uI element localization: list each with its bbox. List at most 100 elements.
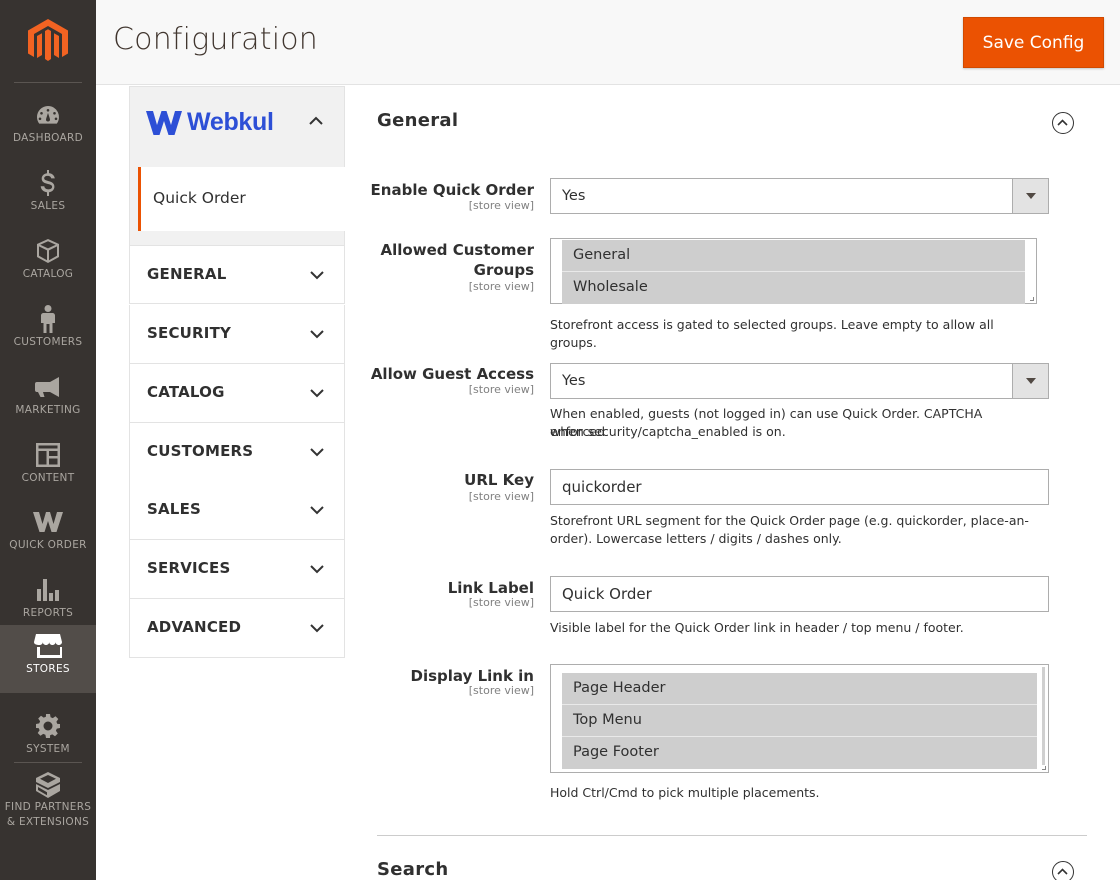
field-label: URL Key bbox=[464, 471, 534, 489]
nav-item-find-partners[interactable]: FIND PARTNERS & EXTENSIONS bbox=[0, 770, 96, 840]
nav-label: DASHBOARD bbox=[12, 132, 83, 144]
magento-logo[interactable] bbox=[0, 0, 96, 82]
nav-item-customers[interactable]: CUSTOMERS bbox=[0, 298, 96, 366]
nav-label: QUICK ORDER bbox=[9, 539, 87, 551]
collapse-search-button[interactable] bbox=[1052, 861, 1074, 880]
chevron-down-icon bbox=[310, 330, 324, 339]
multiselect-option[interactable]: General bbox=[562, 240, 1025, 272]
tab-section-label: SALES bbox=[147, 500, 202, 518]
field-note: Visible label for the Quick Order link i… bbox=[550, 620, 964, 635]
tab-section-sales[interactable]: SALES bbox=[129, 481, 345, 540]
page-title: Configuration bbox=[113, 22, 319, 57]
nav-label: CUSTOMERS bbox=[13, 336, 83, 348]
tab-section-security[interactable]: SECURITY bbox=[129, 305, 345, 364]
multiselect-option[interactable]: Wholesale bbox=[562, 272, 1025, 304]
group-title-general[interactable]: General bbox=[377, 110, 458, 131]
nav-label: CONTENT bbox=[21, 472, 75, 484]
tab-group-webkul[interactable]: Webkul bbox=[129, 86, 345, 158]
tab-section-general[interactable]: GENERAL bbox=[129, 245, 345, 304]
tab-section-label: ADVANCED bbox=[147, 618, 242, 636]
dropdown-arrow-icon bbox=[1012, 364, 1048, 398]
chevron-down-icon bbox=[310, 448, 324, 457]
customer-groups-multiselect[interactable]: General Wholesale bbox=[550, 238, 1037, 304]
nav-item-stores[interactable]: STORES bbox=[0, 625, 96, 693]
tab-section-customers[interactable]: CUSTOMERS bbox=[129, 423, 345, 482]
group-title-search[interactable]: Search bbox=[377, 859, 448, 880]
field-note: Hold Ctrl/Cmd to pick multiple placement… bbox=[550, 785, 820, 800]
dropdown-arrow-icon bbox=[1012, 179, 1048, 213]
multiselect-option[interactable]: Page Header bbox=[562, 673, 1037, 705]
chevron-down-icon bbox=[310, 506, 324, 515]
gear-icon bbox=[0, 713, 96, 739]
field-note: order). Lowercase letters / digits / das… bbox=[550, 531, 842, 546]
chevron-down-icon bbox=[310, 565, 324, 574]
nav-label: FIND PARTNERS bbox=[4, 801, 92, 813]
nav-label: MARKETING bbox=[15, 404, 81, 416]
nav-item-catalog[interactable]: CATALOG bbox=[0, 230, 96, 298]
chevron-up-icon[interactable] bbox=[306, 111, 326, 131]
resize-grip-icon[interactable] bbox=[1030, 297, 1034, 301]
tab-section-label: CUSTOMERS bbox=[147, 442, 254, 460]
multiselect-option[interactable]: Top Menu bbox=[562, 705, 1037, 737]
nav-label: STORES bbox=[26, 663, 70, 675]
field-note: Storefront URL segment for the Quick Ord… bbox=[550, 513, 1029, 528]
link-label-input[interactable] bbox=[550, 576, 1049, 612]
nav-label: SALES bbox=[30, 200, 66, 212]
allow-guest-access-select[interactable]: Yes bbox=[550, 363, 1049, 399]
nav-item-sales[interactable]: SALES bbox=[0, 162, 96, 230]
brand-name: Webkul bbox=[187, 108, 274, 136]
nav-label: CATALOG bbox=[22, 268, 74, 280]
tab-group-items: Quick Order bbox=[129, 158, 346, 246]
chevron-down-icon bbox=[310, 624, 324, 633]
tab-section-catalog[interactable]: CATALOG bbox=[129, 364, 345, 423]
layout-icon bbox=[0, 442, 96, 468]
chevron-down-icon bbox=[310, 271, 324, 280]
field-label: Groups bbox=[473, 261, 534, 279]
field-label: Link Label bbox=[447, 579, 534, 597]
chevron-down-icon bbox=[310, 389, 324, 398]
tab-section-label: GENERAL bbox=[147, 265, 227, 283]
field-scope: [store view] bbox=[468, 383, 534, 396]
nav-label: & EXTENSIONS bbox=[6, 816, 90, 828]
tab-section-services[interactable]: SERVICES bbox=[129, 540, 345, 599]
field-note: when security/captcha_enabled is on. bbox=[550, 424, 786, 439]
field-scope: [store view] bbox=[468, 596, 534, 609]
tab-item-label: Quick Order bbox=[153, 189, 246, 207]
enable-quick-order-select[interactable]: Yes bbox=[550, 178, 1049, 214]
webkul-w-icon bbox=[146, 110, 182, 135]
store-icon bbox=[0, 633, 96, 659]
nav-label: SYSTEM bbox=[26, 743, 70, 755]
save-config-button[interactable]: Save Config bbox=[963, 17, 1104, 68]
url-key-input[interactable] bbox=[550, 469, 1049, 505]
webkul-w-icon bbox=[0, 509, 96, 535]
cube-icon bbox=[0, 772, 96, 798]
megaphone-icon bbox=[0, 374, 96, 400]
tab-item-quick-order[interactable]: Quick Order bbox=[138, 167, 346, 231]
field-scope: [store view] bbox=[468, 490, 534, 503]
dashboard-icon bbox=[0, 102, 96, 128]
multiselect-scrollbar[interactable] bbox=[1042, 667, 1045, 765]
nav-item-quick-order[interactable]: QUICK ORDER bbox=[0, 501, 96, 569]
group-divider bbox=[377, 835, 1087, 836]
nav-item-dashboard[interactable]: DASHBOARD bbox=[0, 94, 96, 162]
resize-grip-icon[interactable] bbox=[1042, 766, 1046, 770]
nav-label: REPORTS bbox=[22, 607, 74, 619]
tab-section-label: SECURITY bbox=[147, 324, 232, 342]
select-value: Yes bbox=[562, 188, 586, 204]
magento-logo-icon bbox=[28, 19, 68, 61]
nav-item-content[interactable]: CONTENT bbox=[0, 434, 96, 502]
tab-section-advanced[interactable]: ADVANCED bbox=[129, 599, 345, 658]
field-note: Storefront access is gated to selected g… bbox=[550, 317, 994, 350]
admin-nav: DASHBOARD SALES CATALOG CUSTOMERS MARKET… bbox=[0, 0, 96, 880]
multiselect-option[interactable]: Page Footer bbox=[562, 737, 1037, 769]
box-icon bbox=[0, 238, 96, 264]
bar-chart-icon bbox=[0, 577, 96, 603]
tab-section-label: SERVICES bbox=[147, 559, 231, 577]
display-link-multiselect[interactable]: Page Header Top Menu Page Footer bbox=[550, 664, 1049, 773]
chevron-up-icon bbox=[1057, 119, 1068, 126]
field-label: Display Link in bbox=[410, 667, 534, 685]
chevron-up-icon bbox=[1057, 868, 1068, 875]
field-label: Enable Quick Order bbox=[370, 181, 534, 199]
nav-item-marketing[interactable]: MARKETING bbox=[0, 366, 96, 434]
collapse-general-button[interactable] bbox=[1052, 112, 1074, 134]
